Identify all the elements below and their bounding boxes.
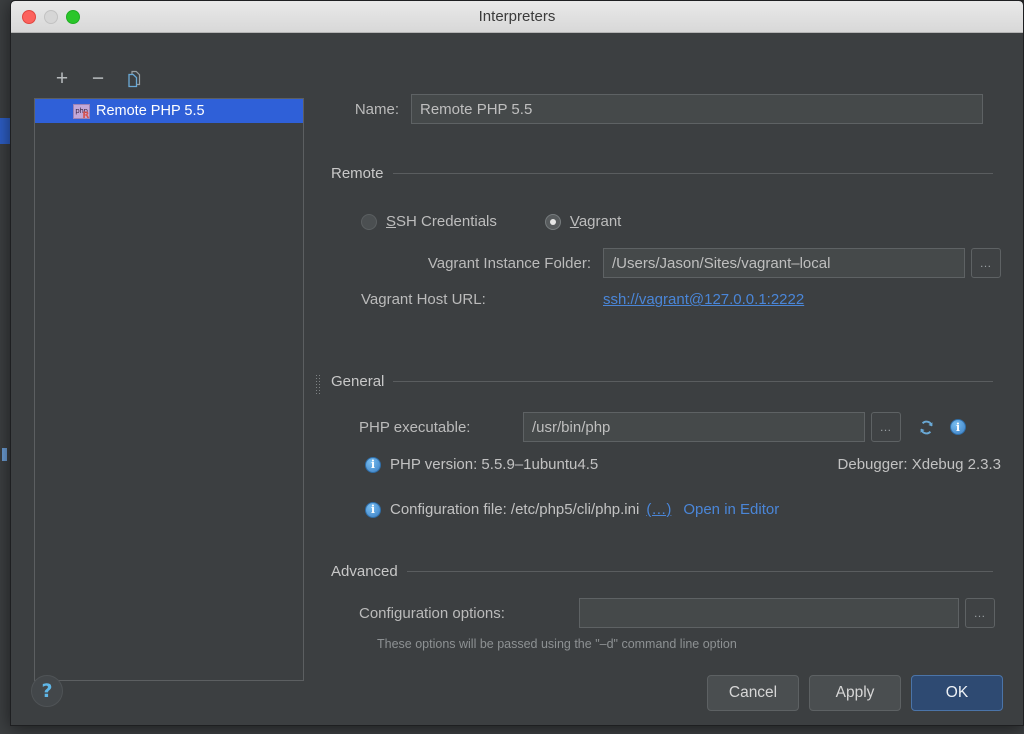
interpreter-list-toolbar: + − xyxy=(51,67,145,89)
dialog-action-buttons: Cancel Apply OK xyxy=(707,675,1003,711)
list-item[interactable]: php R Remote PHP 5.5 xyxy=(35,99,303,123)
radio-ssh-credentials[interactable]: SSH Credentials xyxy=(361,213,497,230)
copy-interpreter-button[interactable] xyxy=(123,67,145,89)
plus-icon: + xyxy=(55,66,69,90)
ellipsis-icon: … xyxy=(879,420,893,434)
configuration-options-input[interactable] xyxy=(579,598,959,628)
radio-ssh-credentials-label: SSH Credentials xyxy=(386,213,497,230)
vagrant-host-url-link[interactable]: ssh://vagrant@127.0.0.1:2222 xyxy=(603,291,804,308)
vagrant-host-url-label: Vagrant Host URL: xyxy=(361,291,486,308)
radio-vagrant-indicator xyxy=(544,213,561,230)
radio-ssh-credentials-indicator xyxy=(361,213,377,230)
vagrant-instance-folder-label: Vagrant Instance Folder: xyxy=(427,254,591,272)
dialog-body: + − php R Remote PHP 5.5 Name: Remote PH… xyxy=(11,33,1023,725)
general-section-divider xyxy=(393,381,993,382)
debugger-text: Debugger: Xdebug 2.3.3 xyxy=(837,456,1001,473)
copy-icon xyxy=(127,70,140,87)
ide-selection-marker xyxy=(0,118,10,144)
advanced-section-header: Advanced xyxy=(331,563,993,580)
php-executable-row: PHP executable: /usr/bin/php … i xyxy=(359,412,966,442)
name-input[interactable]: Remote PHP 5.5 xyxy=(411,94,983,124)
minus-icon: − xyxy=(91,66,105,90)
info-icon: i xyxy=(365,501,381,518)
refresh-icon[interactable] xyxy=(917,418,936,437)
configuration-file-row: i Configuration file: /etc/php5/cli/php.… xyxy=(365,501,779,518)
remote-type-radiogroup: SSH Credentials Vagrant xyxy=(361,213,621,230)
advanced-section-divider xyxy=(406,571,993,572)
interpreters-dialog: Interpreters + − php R Remote PHP 5.5 Na… xyxy=(10,0,1024,726)
vagrant-instance-folder-input[interactable]: /Users/Jason/Sites/vagrant–local xyxy=(603,248,965,278)
remote-section-title: Remote xyxy=(331,165,384,182)
general-section-header: General xyxy=(315,373,993,396)
info-icon[interactable]: i xyxy=(950,419,966,435)
name-label: Name: xyxy=(354,100,399,118)
vagrant-host-url-row: Vagrant Host URL: ssh://vagrant@127.0.0.… xyxy=(361,291,804,308)
window-titlebar[interactable]: Interpreters xyxy=(11,1,1023,33)
php-version-text: PHP version: 5.5.9–1ubuntu4.5 xyxy=(390,456,599,473)
cancel-button[interactable]: Cancel xyxy=(707,675,799,711)
open-in-editor-link[interactable]: Open in Editor xyxy=(683,501,779,518)
splitter-grip-handle[interactable] xyxy=(315,374,320,396)
help-button[interactable]: ? xyxy=(31,675,63,707)
ellipsis-icon: … xyxy=(973,606,987,620)
configuration-file-text: Configuration file: /etc/php5/cli/php.in… xyxy=(390,501,640,518)
question-mark-icon: ? xyxy=(41,680,53,702)
vagrant-instance-folder-row: Vagrant Instance Folder: /Users/Jason/Si… xyxy=(361,248,1001,278)
ellipsis-icon: … xyxy=(979,256,993,270)
php-executable-browse-button[interactable]: … xyxy=(871,412,901,442)
apply-button[interactable]: Apply xyxy=(809,675,901,711)
php-executable-input[interactable]: /usr/bin/php xyxy=(523,412,865,442)
ide-gutter-marker xyxy=(2,448,7,461)
ok-button[interactable]: OK xyxy=(911,675,1003,711)
add-interpreter-button[interactable]: + xyxy=(51,67,73,89)
info-icon: i xyxy=(365,456,381,473)
configuration-file-ellipsis-link[interactable]: (…) xyxy=(646,501,671,518)
php-remote-icon: php R xyxy=(73,103,90,119)
vagrant-instance-folder-browse-button[interactable]: … xyxy=(971,248,1001,278)
list-item-label: Remote PHP 5.5 xyxy=(96,103,205,119)
general-section-title: General xyxy=(331,373,385,390)
advanced-section-title: Advanced xyxy=(331,563,398,580)
remote-section-header: Remote xyxy=(331,165,993,182)
php-version-row: i PHP version: 5.5.9–1ubuntu4.5 Debugger… xyxy=(365,456,1001,473)
configuration-options-browse-button[interactable]: … xyxy=(965,598,995,628)
remote-section-divider xyxy=(392,173,993,174)
configuration-options-label: Configuration options: xyxy=(359,604,505,622)
interpreter-list[interactable]: php R Remote PHP 5.5 xyxy=(34,98,304,681)
radio-vagrant[interactable]: Vagrant xyxy=(544,213,622,230)
radio-vagrant-label: Vagrant xyxy=(569,213,622,230)
configuration-options-hint: These options will be passed using the "… xyxy=(377,637,737,651)
remove-interpreter-button[interactable]: − xyxy=(87,67,109,89)
name-row: Name: Remote PHP 5.5 xyxy=(323,94,983,124)
window-title: Interpreters xyxy=(478,8,556,25)
configuration-options-row: Configuration options: … xyxy=(359,598,995,628)
php-executable-label: PHP executable: xyxy=(359,418,471,436)
